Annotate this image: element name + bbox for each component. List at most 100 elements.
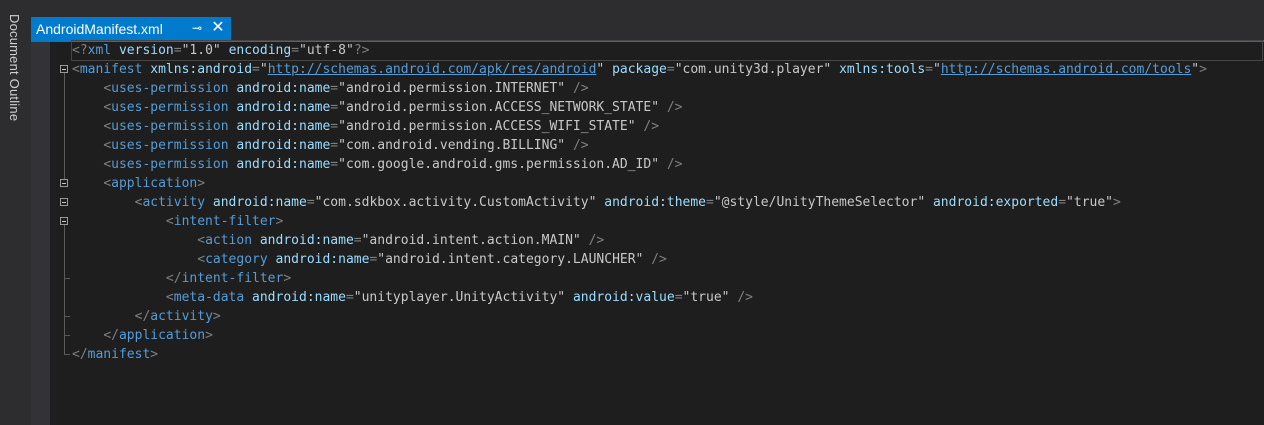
pin-icon[interactable]: ⊸ bbox=[189, 20, 205, 36]
xml-attribute-value bbox=[72, 195, 135, 210]
xml-attribute-name: xmlns:android bbox=[150, 62, 253, 77]
code-line[interactable]: <uses-permission android:name="android.p… bbox=[72, 117, 659, 136]
code-line[interactable]: <manifest xmlns:android="http://schemas.… bbox=[72, 60, 1207, 79]
code-line[interactable]: <uses-permission android:name="com.andro… bbox=[72, 136, 588, 155]
xml-attribute-value: "1.0" bbox=[181, 43, 221, 58]
xml-attribute-name: android:name bbox=[275, 252, 370, 267]
xml-delimiter: > bbox=[205, 328, 213, 343]
xml-attribute-value: "unityplayer.UnityActivity" bbox=[353, 290, 566, 305]
xml-attribute-value: "true" bbox=[1066, 195, 1114, 210]
xml-delimiter: /> bbox=[666, 100, 683, 115]
xml-attribute-name: android:name bbox=[236, 100, 331, 115]
code-line[interactable]: <category android:name="android.intent.c… bbox=[72, 250, 667, 269]
document-outline-panel-strip[interactable]: Document Outline bbox=[0, 0, 22, 425]
xml-delimiter: ?> bbox=[353, 43, 370, 58]
xml-delimiter: < bbox=[165, 214, 174, 229]
xml-attribute-value: "@style/UnityThemeSelector" bbox=[713, 195, 926, 210]
xml-tag-name: uses-permission bbox=[111, 81, 229, 96]
code-line[interactable]: <application> bbox=[72, 174, 205, 193]
xml-attribute-name: android:name bbox=[236, 81, 331, 96]
xml-delimiter: = bbox=[330, 119, 339, 134]
code-line[interactable]: <intent-filter> bbox=[72, 212, 283, 231]
xml-delimiter: /> bbox=[572, 81, 589, 96]
xml-tag-name: manifest bbox=[79, 62, 143, 77]
code-line[interactable]: <activity android:name="com.sdkbox.activ… bbox=[72, 193, 1121, 212]
xml-delimiter: = bbox=[330, 81, 339, 96]
xml-attribute-name: android:value bbox=[572, 290, 675, 305]
code-line[interactable]: </application> bbox=[72, 326, 213, 345]
xml-attribute-value bbox=[268, 252, 276, 267]
code-line[interactable]: </activity> bbox=[72, 307, 221, 326]
xml-tag-name: application bbox=[111, 176, 198, 191]
fold-end-marker bbox=[64, 316, 70, 317]
xml-delimiter: = bbox=[330, 138, 339, 153]
fold-end-marker bbox=[64, 335, 70, 336]
xml-attribute-name: xmlns:tools bbox=[839, 62, 926, 77]
xml-attribute-value bbox=[72, 100, 103, 115]
xml-tag-name: intent-filter bbox=[181, 271, 284, 286]
xml-delimiter: = bbox=[291, 43, 300, 58]
code-line[interactable]: <?xml version="1.0" encoding="utf-8"?> bbox=[71, 40, 1263, 61]
xml-attribute-name: android:exported bbox=[932, 195, 1059, 210]
xml-delimiter: = bbox=[345, 290, 354, 305]
code-line[interactable]: </manifest> bbox=[72, 345, 158, 364]
code-line[interactable]: <uses-permission android:name="com.googl… bbox=[72, 155, 682, 174]
xml-delimiter: < bbox=[103, 119, 112, 134]
xml-delimiter: = bbox=[353, 233, 362, 248]
xml-attribute-name: android:theme bbox=[604, 195, 706, 210]
code-area[interactable]: <?xml version="1.0" encoding="utf-8"?> <m… bbox=[71, 40, 1264, 425]
xml-attribute-name: package bbox=[612, 62, 667, 77]
code-line[interactable]: <uses-permission android:name="android.p… bbox=[72, 98, 683, 117]
code-line[interactable]: <action android:name="android.intent.act… bbox=[72, 231, 604, 250]
xml-attribute-value bbox=[72, 233, 197, 248]
collapse-icon[interactable] bbox=[60, 65, 68, 73]
xml-attribute-value bbox=[72, 81, 103, 96]
xml-attribute-value bbox=[72, 309, 135, 324]
xml-link[interactable]: http://schemas.android.com/tools bbox=[941, 62, 1191, 77]
code-editor[interactable]: <?xml version="1.0" encoding="utf-8"?> <m… bbox=[31, 40, 1264, 425]
xml-attribute-value bbox=[72, 138, 103, 153]
xml-delimiter: > bbox=[275, 214, 284, 229]
xml-delimiter: /> bbox=[643, 119, 660, 134]
xml-delimiter: > bbox=[283, 271, 292, 286]
collapse-icon[interactable] bbox=[60, 217, 68, 225]
collapse-icon[interactable] bbox=[60, 198, 68, 206]
xml-attribute-value bbox=[72, 252, 197, 267]
close-icon[interactable]: ✕ bbox=[209, 19, 227, 37]
xml-delimiter: /> bbox=[737, 290, 753, 305]
xml-attribute-name: encoding bbox=[228, 43, 292, 58]
xml-attribute-name: android:name bbox=[236, 157, 331, 172]
xml-delimiter: > bbox=[197, 176, 206, 191]
document-outline-label[interactable]: Document Outline bbox=[0, 14, 22, 121]
xml-attribute-name: android:name bbox=[236, 138, 331, 153]
xml-attribute-value bbox=[604, 62, 612, 77]
xml-attribute-value: "true" bbox=[682, 290, 730, 305]
collapse-icon[interactable] bbox=[60, 179, 68, 187]
xml-delimiter: = bbox=[306, 195, 315, 210]
xml-attribute-value bbox=[72, 271, 166, 286]
tab-android-manifest[interactable]: AndroidManifest.xml ⊸ ✕ bbox=[31, 17, 231, 40]
xml-delimiter: < bbox=[103, 100, 112, 115]
xml-delimiter: < bbox=[103, 81, 112, 96]
xml-tag-name: category bbox=[205, 252, 268, 267]
xml-delimiter: </ bbox=[134, 309, 151, 324]
outlining-margin bbox=[50, 42, 72, 425]
xml-delimiter: <? bbox=[72, 43, 88, 58]
xml-tag-name: activity bbox=[142, 195, 206, 210]
xml-tag-name: uses-permission bbox=[111, 138, 229, 153]
xml-attribute-value bbox=[581, 233, 589, 248]
xml-attribute-value: "utf-8" bbox=[299, 43, 354, 58]
xml-attribute-name: android:name bbox=[212, 195, 307, 210]
indicator-margin bbox=[31, 42, 50, 425]
xml-link[interactable]: http://schemas.android.com/apk/res/andro… bbox=[268, 62, 597, 77]
xml-delimiter: > bbox=[150, 347, 159, 362]
xml-attribute-value: " bbox=[933, 62, 941, 77]
xml-attribute-value bbox=[72, 214, 166, 229]
xml-attribute-value: "android.intent.category.LAUNCHER" bbox=[377, 252, 644, 267]
xml-delimiter: < bbox=[103, 176, 112, 191]
code-line[interactable]: <uses-permission android:name="android.p… bbox=[72, 79, 589, 98]
code-line[interactable]: <meta-data android:name="unityplayer.Uni… bbox=[72, 288, 753, 307]
code-line[interactable]: </intent-filter> bbox=[72, 269, 291, 288]
xml-delimiter: > bbox=[212, 309, 221, 324]
xml-delimiter: = bbox=[666, 62, 675, 77]
